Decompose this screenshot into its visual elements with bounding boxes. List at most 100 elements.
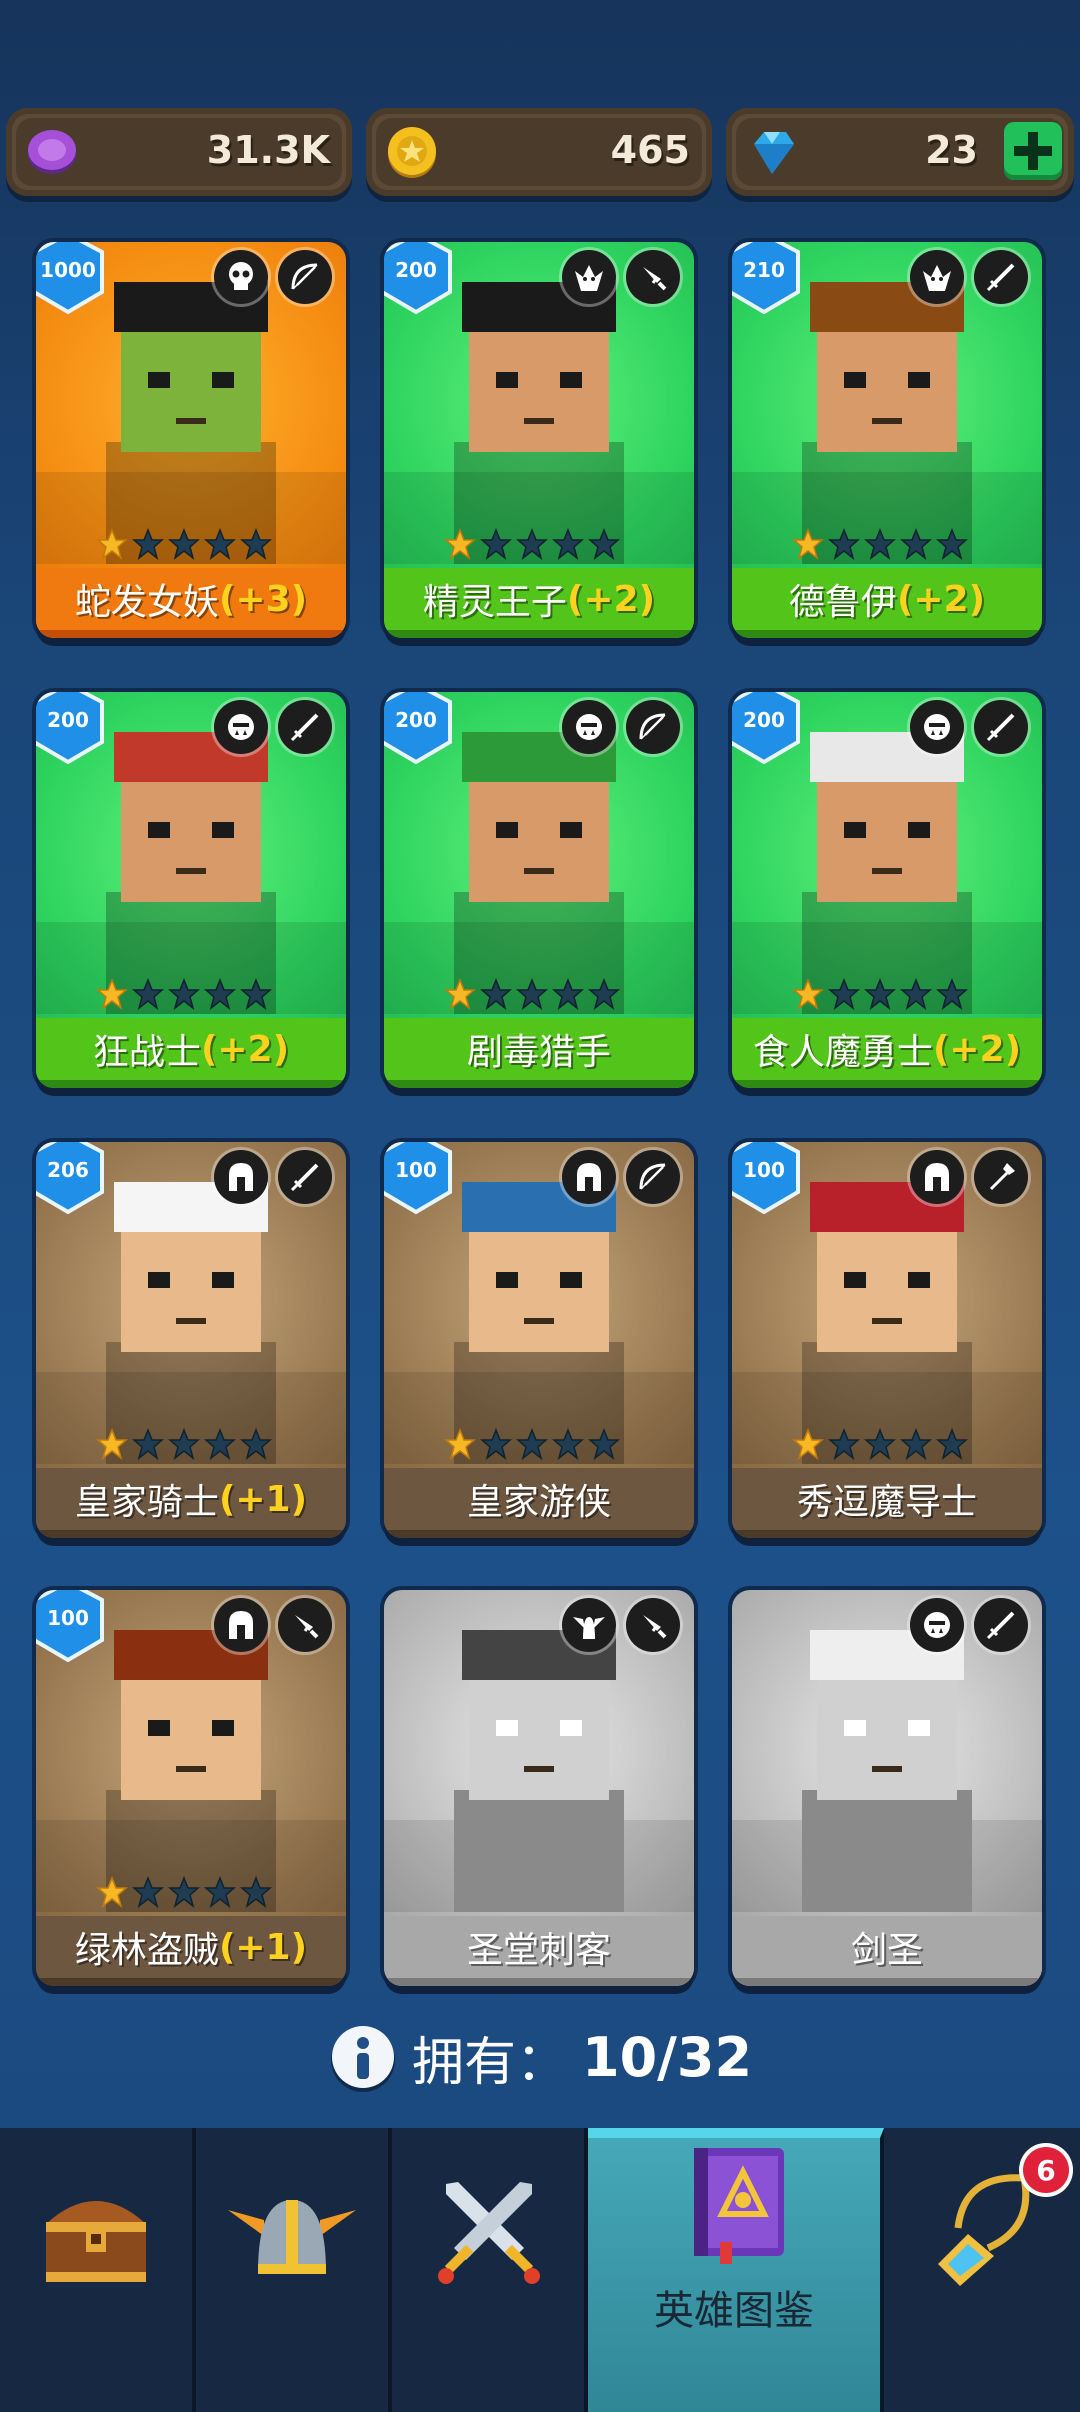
orc-icon: [214, 700, 268, 754]
owned-value: 10/32: [582, 2026, 753, 2089]
tab-battle[interactable]: [392, 2128, 588, 2412]
hero-name: 狂战士 (+2): [36, 1018, 346, 1088]
level-value: 100: [395, 1158, 437, 1182]
star-icon: [588, 1427, 620, 1464]
hero-card[interactable]: 100 绿林盗贼 (+1): [36, 1590, 346, 1986]
sword-icon: [974, 700, 1028, 754]
star-rating: [444, 527, 620, 564]
hero-card[interactable]: 200 狂战士 (+2): [36, 692, 346, 1088]
hero-name: 德鲁伊 (+2): [732, 568, 1042, 638]
level-value: 100: [743, 1158, 785, 1182]
star-icon: [900, 1427, 932, 1464]
hero-card[interactable]: 圣堂刺客: [384, 1590, 694, 1986]
orc-icon: [910, 1598, 964, 1652]
level-value: 200: [743, 708, 785, 732]
staff-icon: [974, 1150, 1028, 1204]
crossed-swords-icon: [438, 2182, 540, 2284]
bow-icon: [626, 700, 680, 754]
tab-heroes[interactable]: [196, 2128, 392, 2412]
hero-bonus: (+1): [218, 1478, 308, 1520]
bow-icon: [278, 250, 332, 304]
level-badge: 1000: [36, 242, 106, 315]
hero-bonus: (+2): [566, 578, 656, 620]
star-rating: [792, 977, 968, 1014]
star-icon: [132, 977, 164, 1014]
hero-name: 圣堂刺客: [384, 1916, 694, 1986]
star-icon: [516, 977, 548, 1014]
bottom-nav: 英雄图鉴: [0, 2128, 1080, 2412]
hero-name-text: 绿林盗贼: [74, 1930, 219, 1971]
hero-name-text: 狂战士: [92, 1032, 201, 1073]
star-icon: [444, 1427, 476, 1464]
sword-icon: [974, 1598, 1028, 1652]
star-icon: [204, 1427, 236, 1464]
sword-icon: [974, 250, 1028, 304]
star-rating: [444, 1427, 620, 1464]
star-icon: [516, 1427, 548, 1464]
star-icon: [132, 1875, 164, 1912]
hero-name: 皇家游侠: [384, 1468, 694, 1538]
hero-name: 皇家骑士 (+1): [36, 1468, 346, 1538]
level-badge: 100: [732, 1142, 802, 1215]
tab-hero-book[interactable]: 英雄图鉴: [588, 2128, 884, 2412]
star-icon: [864, 977, 896, 1014]
hero-card[interactable]: 200 剧毒猎手: [384, 692, 694, 1088]
level-value: 200: [395, 708, 437, 732]
hero-bonus: (+2): [200, 1028, 290, 1070]
level-badge: 210: [732, 242, 802, 315]
hero-card[interactable]: 200 食人魔勇士 (+2): [732, 692, 1042, 1088]
star-icon: [204, 527, 236, 564]
star-icon: [240, 1875, 272, 1912]
star-icon: [900, 527, 932, 564]
star-icon: [96, 1875, 128, 1912]
elixir-value: 31.3K: [206, 128, 330, 172]
hero-card[interactable]: 206 皇家骑士 (+1): [36, 1142, 346, 1538]
elf-icon: [910, 250, 964, 304]
gem-counter[interactable]: 23: [726, 108, 1074, 196]
hero-book-icon: [694, 2148, 784, 2264]
winged-helmet-icon: [228, 2200, 356, 2274]
level-value: 100: [47, 1606, 89, 1630]
hero-name-text: 秀逗魔导士: [796, 1482, 977, 1523]
star-rating: [96, 1427, 272, 1464]
star-icon: [828, 1427, 860, 1464]
hero-name: 秀逗魔导士: [732, 1468, 1042, 1538]
helmet-icon: [562, 1150, 616, 1204]
level-value: 206: [47, 1158, 89, 1182]
gold-counter[interactable]: 465: [366, 108, 712, 196]
hero-name-text: 皇家游侠: [466, 1482, 611, 1523]
hero-name: 蛇发女妖 (+3): [36, 568, 346, 638]
add-gems-button[interactable]: [1004, 122, 1062, 180]
hero-name: 剧毒猎手: [384, 1018, 694, 1088]
level-badge: 200: [384, 692, 454, 765]
hero-card[interactable]: 200 精灵王子 (+2): [384, 242, 694, 638]
hero-book-label: 英雄图鉴: [654, 2288, 814, 2334]
hero-name-text: 圣堂刺客: [466, 1930, 611, 1971]
hero-name: 食人魔勇士 (+2): [732, 1018, 1042, 1088]
hero-bonus: (+1): [218, 1926, 308, 1968]
star-icon: [480, 1427, 512, 1464]
star-icon: [588, 977, 620, 1014]
hero-card[interactable]: 210 德鲁伊 (+2): [732, 242, 1042, 638]
tab-chest[interactable]: [0, 2128, 196, 2412]
star-icon: [552, 527, 584, 564]
star-rating: [96, 527, 272, 564]
star-icon: [864, 527, 896, 564]
hero-bonus: (+2): [932, 1028, 1022, 1070]
hero-card[interactable]: 剑圣: [732, 1590, 1042, 1986]
level-badge: 200: [384, 242, 454, 315]
hero-card[interactable]: 100 秀逗魔导士: [732, 1142, 1042, 1538]
star-rating: [96, 1875, 272, 1912]
skull-icon: [214, 250, 268, 304]
elixir-counter[interactable]: 31.3K: [6, 108, 352, 196]
level-badge: 100: [36, 1590, 106, 1663]
hero-name-text: 皇家骑士: [74, 1482, 219, 1523]
star-icon: [240, 1427, 272, 1464]
hero-card[interactable]: 100 皇家游侠: [384, 1142, 694, 1538]
level-badge: 100: [384, 1142, 454, 1215]
star-rating: [792, 527, 968, 564]
star-rating: [96, 977, 272, 1014]
hero-card[interactable]: 1000 蛇发女妖 (+3): [36, 242, 346, 638]
star-icon: [96, 527, 128, 564]
info-icon[interactable]: [328, 2023, 398, 2093]
